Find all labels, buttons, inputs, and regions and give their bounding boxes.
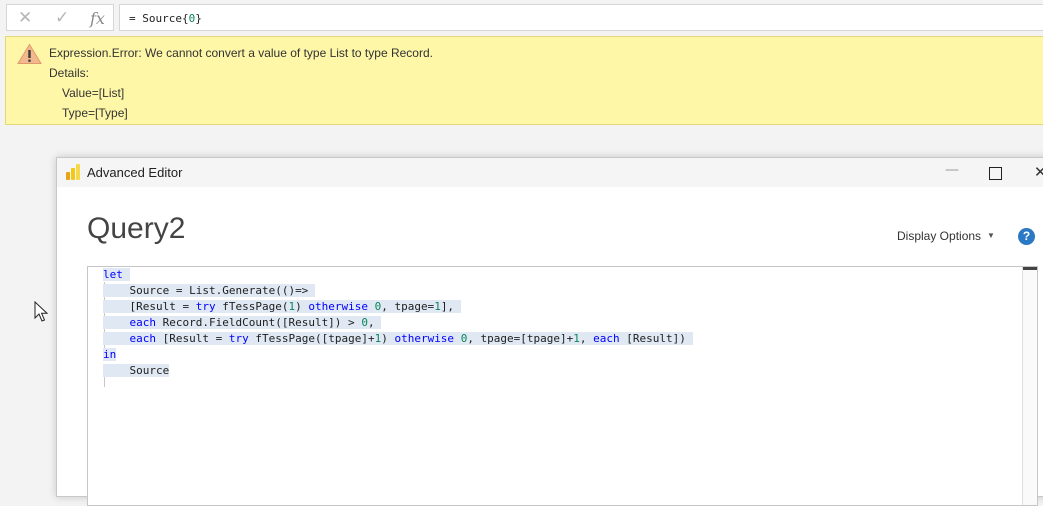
commit-icon[interactable]: ✓: [55, 8, 69, 28]
window-title: Advanced Editor: [87, 165, 183, 180]
mouse-cursor-icon: [34, 301, 48, 322]
formula-buttons: ✕ ✓ fx: [6, 4, 114, 31]
error-banner: Expression.Error: We cannot convert a va…: [5, 36, 1043, 125]
code-line-4: each Record.FieldCount([Result]) > 0,: [103, 315, 382, 330]
advanced-editor-window: Advanced Editor — ✕ Query2 Display Optio…: [56, 157, 1043, 506]
code-text: , tpage=[tpage]+: [467, 332, 574, 345]
minimize-button[interactable]: —: [945, 162, 959, 178]
code-line-3: [Result = try fTessPage(1) otherwise 0, …: [103, 299, 461, 314]
formula-input[interactable]: = Source{0}: [119, 4, 1043, 31]
keyword-in: in: [103, 348, 117, 361]
fx-icon[interactable]: fx: [90, 9, 105, 28]
code-line-5: each [Result = try fTessPage([tpage]+1) …: [103, 331, 693, 346]
code-text: ,: [367, 316, 375, 329]
code-text: ],: [440, 300, 455, 313]
code-text: Source: [129, 364, 170, 377]
keyword-each: each: [593, 332, 620, 345]
code-text: [Result =: [129, 300, 196, 313]
cancel-icon[interactable]: ✕: [18, 8, 32, 28]
code-line-2: Source = List.Generate(()=>: [103, 283, 315, 298]
keyword-try: try: [228, 332, 249, 345]
code-text: ,: [579, 332, 594, 345]
code-number: 0: [361, 316, 368, 329]
error-details-label: Details:: [49, 66, 90, 80]
code-number: 1: [434, 300, 441, 313]
code-text: , tpage=: [381, 300, 435, 313]
code-text: Source = List.Generate(()=>: [129, 284, 309, 297]
error-title: Expression.Error: We cannot convert a va…: [49, 46, 433, 60]
formula-prefix: = Source{: [129, 12, 189, 25]
code-line-1: let: [103, 267, 130, 282]
powerbi-logo-icon: [66, 164, 80, 180]
code-text: [Result =: [156, 332, 229, 345]
code-line-6: in: [103, 347, 117, 362]
close-button[interactable]: ✕: [1034, 163, 1043, 181]
code-text: fTessPage([tpage]+: [248, 332, 375, 345]
code-editor[interactable]: let Source = List.Generate(()=> [Result …: [87, 266, 1038, 506]
keyword-each: each: [129, 316, 157, 329]
code-line-7: Source: [103, 363, 170, 378]
code-text: Record.FieldCount([Result]) >: [156, 316, 362, 329]
formula-suffix: }: [195, 12, 202, 25]
error-detail-type: Type=[Type]: [62, 106, 128, 120]
help-icon[interactable]: ?: [1018, 228, 1035, 245]
warning-icon: [17, 43, 42, 64]
code-text: ): [381, 332, 395, 345]
code-scrollbar[interactable]: [1022, 267, 1037, 505]
code-text: ): [295, 300, 309, 313]
display-options-dropdown[interactable]: Display Options ▼: [897, 229, 995, 243]
display-options-label: Display Options: [897, 229, 982, 243]
chevron-down-icon: ▼: [987, 231, 995, 240]
code-text: fTessPage(: [215, 300, 289, 313]
code-number: 1: [573, 332, 580, 345]
query-title: Query2: [87, 212, 186, 245]
keyword-otherwise: otherwise: [308, 300, 368, 313]
keyword-otherwise: otherwise: [394, 332, 455, 345]
error-detail-value: Value=[List]: [62, 86, 125, 100]
keyword-let: let: [103, 268, 123, 281]
window-titlebar[interactable]: Advanced Editor — ✕: [57, 158, 1043, 187]
maximize-button[interactable]: [989, 167, 1002, 180]
code-text: [Result]): [619, 332, 686, 345]
keyword-try: try: [195, 300, 216, 313]
formula-bar: ✕ ✓ fx = Source{0}: [0, 0, 1043, 36]
keyword-each: each: [129, 332, 157, 345]
